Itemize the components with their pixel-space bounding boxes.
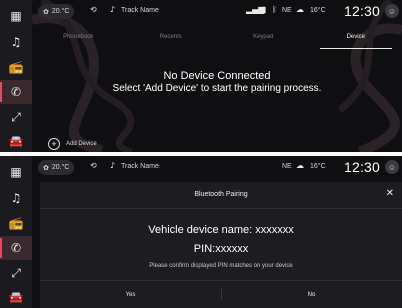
- pairing-pin: PIN:xxxxxx: [193, 243, 249, 255]
- nav-rail: ▦ ♫ 📻 ✆ ⤢ 🚘: [0, 0, 32, 152]
- clock-time: 12:30: [344, 159, 381, 175]
- no-device-title: No Device Connected: [163, 70, 271, 82]
- media-note-icon: ♪: [110, 161, 116, 170]
- music-icon: ♫: [10, 191, 22, 205]
- nav-item-music[interactable]: ♫: [0, 186, 32, 210]
- outside-temp: 16°C: [310, 7, 326, 14]
- nav-item-navigation[interactable]: ⤢: [0, 105, 32, 129]
- navigation-icon: ⤢: [11, 266, 21, 280]
- nav-item-radio[interactable]: 📻: [0, 55, 32, 79]
- weather-icon: ☁: [296, 161, 304, 170]
- nav-item-navigation[interactable]: ⤢: [0, 261, 32, 285]
- navigation-icon: ⤢: [11, 110, 21, 124]
- outside-temp: 16°C: [310, 163, 326, 170]
- nav-item-vehicle[interactable]: 🚘: [0, 129, 32, 152]
- nav-item-phone[interactable]: ✆: [0, 236, 32, 260]
- no-device-subtitle: Select 'Add Device' to start the pairing…: [112, 83, 322, 94]
- add-device-label: Add Device: [66, 141, 97, 147]
- nav-item-vehicle[interactable]: 🚘: [0, 285, 32, 308]
- close-icon[interactable]: ✕: [386, 188, 394, 199]
- phone-tabs: Phonebook Recents Keypad Device: [32, 34, 402, 49]
- phone-icon: ✆: [10, 85, 22, 99]
- nav-item-music[interactable]: ♫: [0, 30, 32, 54]
- clock-time: 12:30: [344, 3, 381, 19]
- nav-item-phone[interactable]: ✆: [0, 80, 32, 104]
- user-profile-icon[interactable]: ☺: [385, 160, 399, 174]
- add-device-button[interactable]: + Add Device: [48, 137, 97, 151]
- vehicle-device-name: Vehicle device name: xxxxxxx: [148, 224, 294, 236]
- car-icon: 🚘: [8, 134, 24, 148]
- tab-keypad[interactable]: Keypad: [217, 34, 310, 46]
- no-button[interactable]: No: [221, 281, 402, 308]
- status-bar: ✿ 20.°C ⟲ ♪ Track Name NE ☁ 16°C 12:30 ☺: [32, 156, 402, 178]
- weather-icon: ☁: [296, 5, 304, 14]
- nav-rail: ▦ ♫ 📻 ✆ ⤢ 🚘: [0, 156, 32, 308]
- bluetooth-icon: ᛒ: [272, 5, 277, 14]
- battery-icon: ▮: [262, 5, 267, 14]
- dialog-actions: Yes No: [40, 280, 402, 308]
- apps-grid-icon: ▦: [10, 165, 22, 179]
- radio-icon: 📻: [8, 216, 24, 230]
- user-profile-icon[interactable]: ☺: [385, 4, 399, 18]
- phone-icon: ✆: [10, 241, 22, 255]
- climate-pill[interactable]: ✿ 20.°C: [38, 4, 75, 19]
- media-note-icon: ♪: [110, 5, 116, 14]
- fan-icon: ✿: [43, 164, 49, 172]
- device-screen: ▦ ♫ 📻 ✆ ⤢ 🚘 ✿ 20.°C ⟲ ♪ Track Name ▂▄▆ ▮…: [0, 0, 402, 152]
- nav-item-radio[interactable]: 📻: [0, 211, 32, 235]
- media-track-name[interactable]: Track Name: [121, 163, 159, 170]
- bluetooth-pairing-dialog: Bluetooth Pairing ✕ Vehicle device name:…: [40, 182, 402, 308]
- add-icon: +: [48, 138, 60, 150]
- dialog-title: Bluetooth Pairing: [194, 191, 248, 198]
- pairing-screen: ▦ ♫ 📻 ✆ ⤢ 🚘 ✿ 20.°C ⟲ ♪ Track Name NE ☁ …: [0, 156, 402, 308]
- climate-temp: 20.°C: [51, 8, 70, 15]
- tab-phonebook[interactable]: Phonebook: [32, 34, 125, 46]
- climate-pill[interactable]: ✿ 20.°C: [38, 160, 75, 175]
- tab-recents[interactable]: Recents: [125, 34, 218, 46]
- fan-icon: ✿: [43, 8, 49, 16]
- media-track-name[interactable]: Track Name: [121, 7, 159, 14]
- dialog-divider: [40, 208, 402, 209]
- car-icon: 🚘: [8, 290, 24, 304]
- nav-item-apps[interactable]: ▦: [0, 4, 32, 28]
- compass-direction: NE: [282, 163, 292, 170]
- nav-item-apps[interactable]: ▦: [0, 160, 32, 184]
- seat-heat-icon[interactable]: ⟲: [90, 161, 97, 170]
- radio-icon: 📻: [8, 60, 24, 74]
- pin-confirm-message: Please confirm displayed PIN matches on …: [149, 263, 293, 269]
- tab-device[interactable]: Device: [310, 34, 402, 49]
- status-bar: ✿ 20.°C ⟲ ♪ Track Name ▂▄▆ ▮ ᛒ NE ☁ 16°C…: [32, 0, 402, 22]
- apps-grid-icon: ▦: [10, 9, 22, 23]
- compass-direction: NE: [282, 7, 292, 14]
- seat-heat-icon[interactable]: ⟲: [90, 5, 97, 14]
- music-icon: ♫: [10, 35, 22, 49]
- climate-temp: 20.°C: [51, 164, 70, 171]
- yes-button[interactable]: Yes: [40, 281, 221, 308]
